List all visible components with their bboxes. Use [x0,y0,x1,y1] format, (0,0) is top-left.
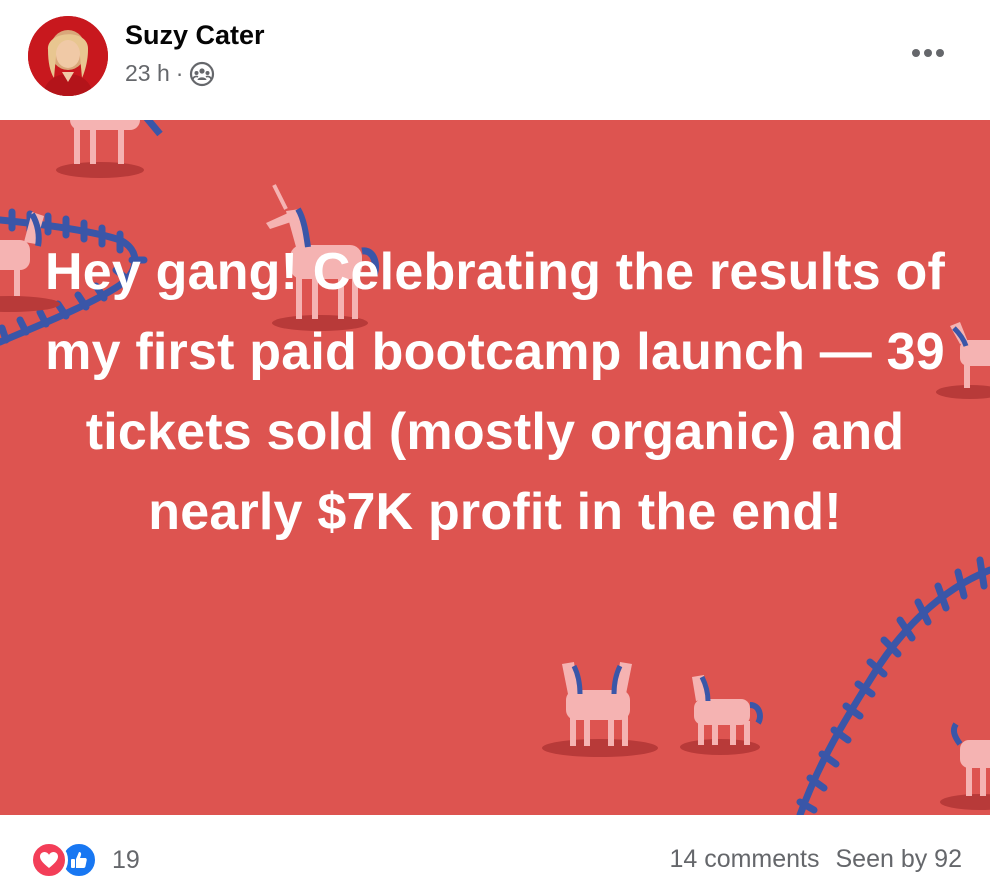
feed-post: Suzy Cater 23 h · Hey gang! Celebrating … [0,0,990,892]
meta-separator: · [175,60,184,86]
more-options-icon[interactable] [910,40,946,66]
post-timestamp[interactable]: 23 h [125,60,170,87]
author-avatar[interactable] [28,16,108,96]
post-meta: 23 h · [125,60,215,87]
comments-count-link[interactable]: 14 comments [669,845,819,874]
author-name[interactable]: Suzy Cater [125,20,265,51]
seen-by-link[interactable]: Seen by 92 [836,845,963,874]
post-stats: 14 comments Seen by 92 [669,845,962,874]
post-text: Hey gang! Celebrating the results of my … [44,243,945,541]
reactions-summary[interactable]: 19 [30,841,140,879]
post-background-image[interactable]: Hey gang! Celebrating the results of my … [0,120,990,815]
post-header: Suzy Cater 23 h · [0,0,990,120]
post-footer: 19 14 comments Seen by 92 [0,815,990,892]
love-reaction-icon [30,841,68,879]
reaction-count: 19 [112,845,140,874]
group-icon[interactable] [189,61,215,87]
